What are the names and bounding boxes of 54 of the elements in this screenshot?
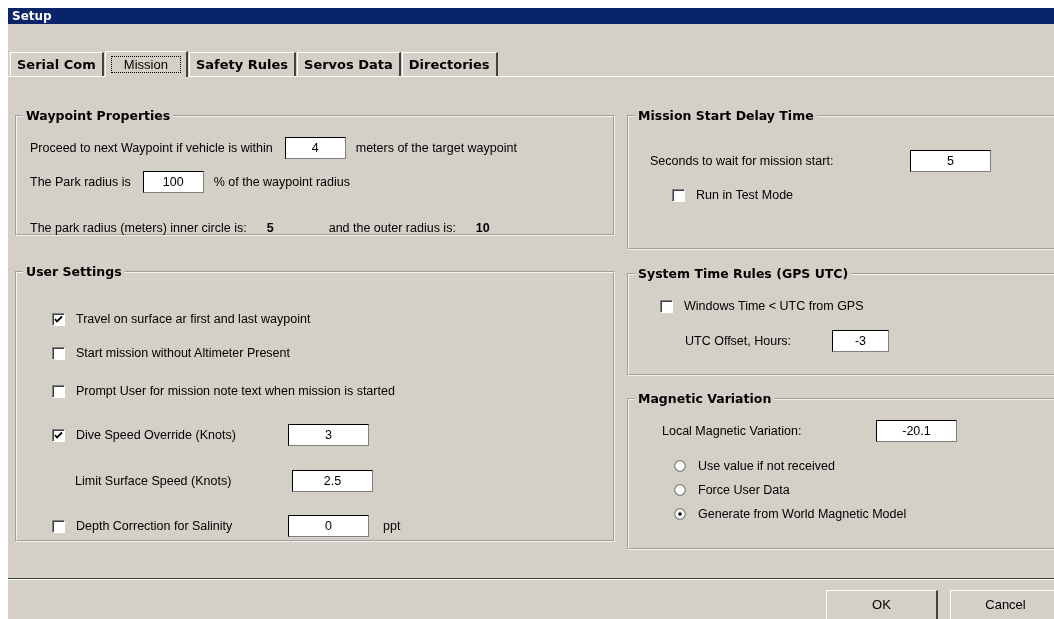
radio-label[interactable]: Use value if not received <box>698 459 835 473</box>
radio-label[interactable]: Force User Data <box>698 483 790 497</box>
label: % of the waypoint radius <box>213 175 350 189</box>
group-title: Magnetic Variation <box>637 391 773 406</box>
input-field[interactable]: 5 <box>910 150 991 172</box>
tab[interactable]: Safety Rules <box>188 52 296 76</box>
value-text: 5 <box>266 221 274 235</box>
label: The park radius (meters) inner circle is: <box>30 221 247 235</box>
label: meters of the target waypoint <box>355 141 517 155</box>
checkbox-label[interactable]: Dive Speed Override (Knots) <box>76 428 288 442</box>
label: and the outer radius is: <box>328 221 456 235</box>
value-text: 10 <box>475 221 490 235</box>
group-title: User Settings <box>25 264 123 279</box>
checkbox[interactable] <box>52 384 65 398</box>
checkbox-label[interactable]: Windows Time < UTC from GPS <box>684 299 864 313</box>
checkbox-label[interactable]: Prompt User for mission note text when mission is started <box>76 384 395 398</box>
tab[interactable]: Serial Com <box>10 52 104 76</box>
input-field[interactable]: 3 <box>288 424 369 446</box>
checkbox-label[interactable]: Start mission without Altimeter Present <box>76 346 290 360</box>
label: ppt <box>383 519 401 533</box>
label: Proceed to next Waypoint if vehicle is within <box>30 141 273 155</box>
input-field[interactable]: -3 <box>832 330 889 352</box>
checkbox[interactable] <box>52 519 65 533</box>
radio-button[interactable] <box>674 508 686 520</box>
radio-label[interactable]: Generate from World Magnetic Model <box>698 507 907 521</box>
checkbox[interactable] <box>52 312 65 326</box>
group-title: Waypoint Properties <box>25 108 172 123</box>
group-title: System Time Rules (GPS UTC) <box>637 266 850 281</box>
dialog-button[interactable]: Cancel <box>950 590 1054 619</box>
checkbox[interactable] <box>52 346 65 360</box>
window-title: Setup <box>12 9 52 23</box>
dialog-button[interactable]: OK <box>826 590 938 619</box>
group-title: Mission Start Delay Time <box>637 108 815 123</box>
label: UTC Offset, Hours: <box>685 334 793 348</box>
checkbox-label[interactable]: Travel on surface ar first and last waypoint <box>76 312 311 326</box>
tab[interactable]: Servos Data <box>297 52 401 76</box>
input-field[interactable]: 2.5 <box>292 470 373 492</box>
label: Seconds to wait for mission start: <box>650 154 835 168</box>
radio-button[interactable] <box>674 484 686 496</box>
tab[interactable]: Mission <box>104 51 188 77</box>
label: The Park radius is <box>30 175 131 189</box>
checkbox[interactable] <box>672 188 685 202</box>
checkbox-label[interactable]: Run in Test Mode <box>696 188 794 202</box>
label: Limit Surface Speed (Knots) <box>75 474 233 488</box>
input-field[interactable]: -20.1 <box>876 420 957 442</box>
tab[interactable]: Directories <box>401 52 498 76</box>
checkbox[interactable] <box>660 299 673 313</box>
checkbox-label[interactable]: Depth Correction for Salinity <box>76 519 288 533</box>
label: Local Magnetic Variation: <box>662 424 803 438</box>
input-field[interactable]: 4 <box>284 137 346 159</box>
checkbox[interactable] <box>52 428 65 442</box>
input-field[interactable]: 100 <box>142 171 204 193</box>
radio-button[interactable] <box>674 460 686 472</box>
input-field[interactable]: 0 <box>288 515 369 537</box>
